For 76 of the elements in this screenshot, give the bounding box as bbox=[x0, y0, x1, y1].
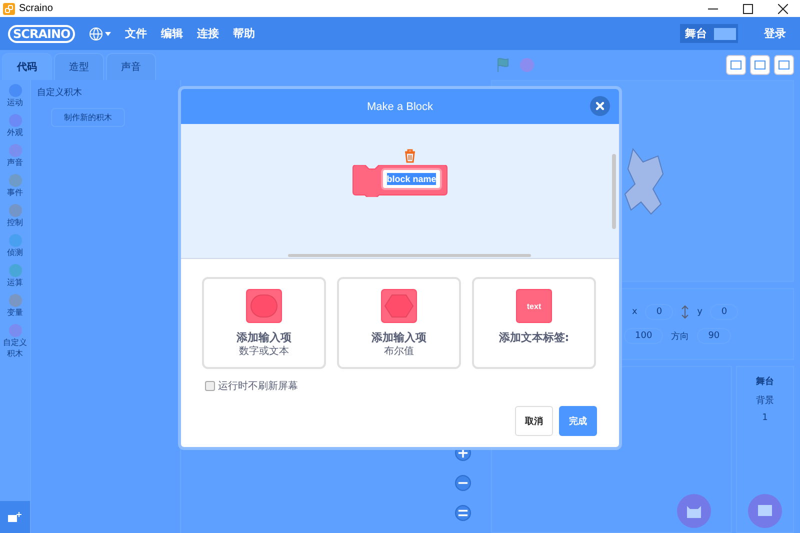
category-dot[interactable] bbox=[8, 114, 22, 127]
direction-field[interactable]: 90 bbox=[697, 328, 731, 344]
category-dot[interactable] bbox=[8, 204, 22, 217]
vertical-scrollbar[interactable] bbox=[612, 154, 616, 229]
category-dot[interactable] bbox=[8, 84, 22, 97]
add-option-card[interactable]: text 添加文本标签: bbox=[472, 277, 596, 369]
hexagon-input-icon bbox=[381, 289, 417, 323]
text-label-icon: text bbox=[516, 289, 552, 323]
direction-label: 方向 bbox=[671, 330, 690, 342]
x-field[interactable]: 0 bbox=[645, 304, 674, 320]
large-stage-icon[interactable] bbox=[750, 55, 770, 75]
category-dot[interactable] bbox=[8, 324, 22, 337]
add-backdrop-icon[interactable] bbox=[748, 494, 782, 528]
round-input-icon bbox=[246, 289, 282, 323]
close-icon[interactable] bbox=[778, 4, 788, 14]
category-label[interactable]: 变量 bbox=[0, 307, 30, 318]
dialog-title: Make a Block bbox=[366, 100, 434, 112]
backdrops-label: 背景 bbox=[756, 394, 774, 407]
category-dot[interactable] bbox=[8, 264, 22, 277]
vertical-arrow-icon bbox=[681, 305, 690, 319]
category-label[interactable]: 外观 bbox=[0, 127, 30, 138]
menu-item[interactable]: 帮助 bbox=[233, 26, 256, 41]
fullscreen-icon[interactable] bbox=[774, 55, 794, 75]
add-option-card[interactable]: 添加输入项 数字或文本 bbox=[202, 277, 326, 369]
add-extension-button[interactable] bbox=[0, 501, 30, 533]
option-subtitle: 数字或文本 bbox=[239, 345, 289, 359]
extension-icon bbox=[8, 512, 22, 522]
stage-toggle[interactable]: 舞台 bbox=[680, 24, 738, 43]
category-dot[interactable] bbox=[8, 174, 22, 187]
category-label[interactable]: 侦测 bbox=[0, 247, 30, 258]
trash-icon[interactable] bbox=[403, 149, 417, 163]
maximize-icon[interactable] bbox=[743, 4, 753, 14]
reset-zoom-icon[interactable] bbox=[455, 505, 471, 521]
category-label[interactable]: 控制 bbox=[0, 217, 30, 228]
checkbox[interactable] bbox=[205, 381, 215, 391]
ok-button[interactable]: 完成 bbox=[559, 406, 597, 436]
category-label[interactable]: 运算 bbox=[0, 277, 30, 288]
window-title: Scraino bbox=[19, 3, 54, 14]
category-label[interactable]: 声音 bbox=[0, 157, 30, 168]
checkbox-label: 运行时不刷新屏幕 bbox=[218, 380, 298, 393]
flag-icon[interactable] bbox=[495, 57, 511, 73]
login-link[interactable]: 登录 bbox=[764, 26, 786, 41]
app-icon bbox=[3, 2, 15, 14]
small-stage-icon[interactable] bbox=[726, 55, 746, 75]
category-dot[interactable] bbox=[8, 294, 22, 307]
category-label[interactable]: 运动 bbox=[0, 97, 30, 108]
menu-item[interactable]: 编辑 bbox=[161, 26, 184, 41]
logo[interactable]: SCRAINO bbox=[8, 24, 76, 42]
category-label[interactable]: 事件 bbox=[0, 187, 30, 198]
block-name-field[interactable]: block name bbox=[381, 168, 442, 190]
category-dot[interactable] bbox=[8, 234, 22, 247]
option-title: 添加输入项 bbox=[372, 331, 426, 345]
option-title: 添加输入项 bbox=[236, 331, 292, 345]
globe-icon[interactable] bbox=[89, 26, 112, 40]
add-sprite-icon[interactable] bbox=[677, 494, 711, 528]
y-label: y bbox=[697, 307, 702, 317]
horizontal-scrollbar[interactable] bbox=[288, 254, 531, 257]
menu-item[interactable]: 连接 bbox=[197, 26, 220, 41]
backdrop-count: 1 bbox=[762, 413, 768, 423]
make-block-button[interactable]: 制作新的积木 bbox=[51, 108, 125, 127]
option-title: 添加文本标签: bbox=[498, 331, 570, 345]
option-subtitle: 布尔值 bbox=[384, 345, 414, 359]
editor-tab[interactable]: 声音 bbox=[106, 53, 156, 80]
y-field[interactable]: 0 bbox=[710, 304, 738, 320]
zoom-out-icon[interactable] bbox=[455, 475, 471, 491]
editor-tab[interactable]: 造型 bbox=[54, 53, 104, 80]
x-label: x bbox=[632, 307, 638, 317]
stage-pane-title: 舞台 bbox=[756, 375, 774, 388]
category-dot[interactable] bbox=[8, 144, 22, 157]
editor-tab[interactable]: 代码 bbox=[2, 53, 52, 80]
category-label[interactable]: 自定义积木 bbox=[0, 337, 30, 359]
menu-item[interactable]: 文件 bbox=[125, 26, 148, 41]
size-field[interactable]: 100 bbox=[624, 328, 664, 344]
add-option-card[interactable]: 添加输入项 布尔值 bbox=[337, 277, 461, 369]
palette-heading: 自定义积木 bbox=[37, 86, 83, 99]
cancel-button[interactable]: 取消 bbox=[515, 406, 553, 436]
